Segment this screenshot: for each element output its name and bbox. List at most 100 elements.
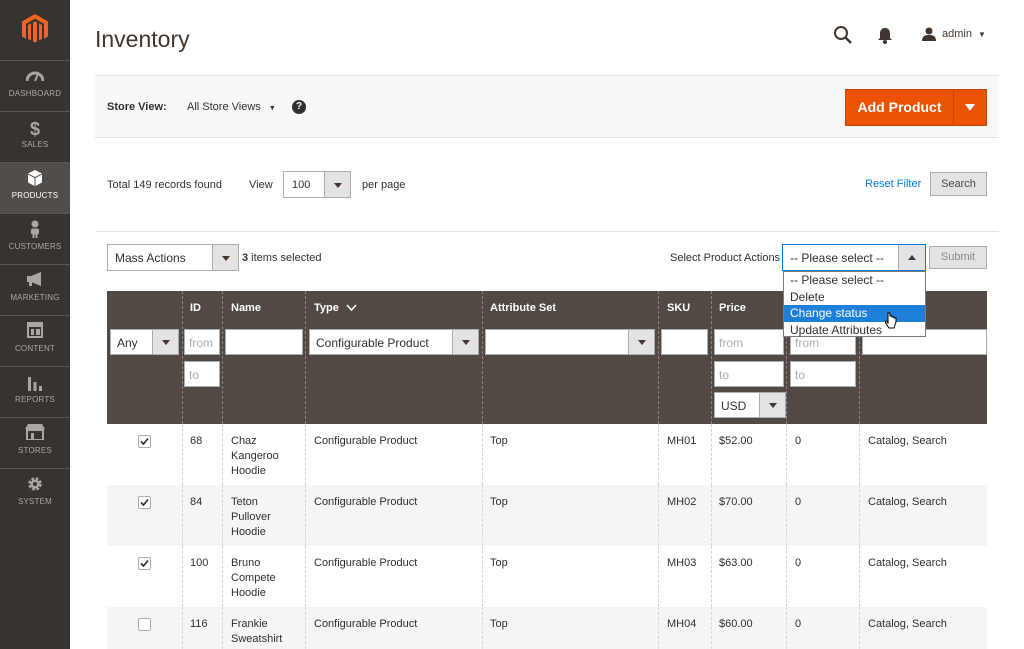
column-header-id[interactable]: ID	[190, 302, 201, 314]
per-page-select[interactable]: 100	[283, 171, 351, 198]
layout-icon	[0, 322, 70, 344]
row-separator	[482, 607, 483, 649]
sidebar-item-system[interactable]: SYSTEM	[0, 468, 70, 519]
column-separator	[222, 291, 223, 424]
caret-down-icon	[324, 172, 350, 197]
row-checkbox[interactable]	[138, 618, 151, 631]
row-separator	[711, 607, 712, 649]
filter-price-to[interactable]: to	[714, 361, 784, 387]
filter-sku-input[interactable]	[661, 329, 708, 355]
row-checkbox[interactable]	[138, 435, 151, 448]
person-icon	[0, 220, 70, 242]
store-view-label: Store View:	[107, 101, 167, 113]
caret-down-icon	[212, 245, 238, 270]
placeholder: from	[719, 336, 743, 350]
dashboard-icon	[0, 67, 70, 89]
column-header-type[interactable]: Type	[314, 302, 357, 314]
product-actions-select[interactable]: -- Please select --	[782, 244, 926, 271]
column-header-name[interactable]: Name	[231, 302, 261, 314]
select-product-actions-label: Select Product Actions	[670, 252, 781, 264]
table-row[interactable]: 116 Frankie Sweatshirt Configurable Prod…	[107, 607, 987, 649]
chevron-down-icon: ▼	[268, 105, 276, 112]
sort-chevron-icon	[346, 304, 357, 312]
filter-type-select[interactable]: Configurable Product	[309, 329, 479, 355]
search-icon[interactable]	[833, 25, 853, 45]
store-view-switcher[interactable]: All Store Views ▼	[187, 101, 276, 113]
filter-id-to[interactable]: to	[184, 361, 220, 387]
filter-price-from[interactable]: from	[714, 329, 784, 355]
filter-name-input[interactable]	[225, 329, 303, 355]
row-checkbox[interactable]	[138, 557, 151, 570]
table-row[interactable]: 68 Chaz Kangeroo Hoodie Configurable Pro…	[107, 424, 987, 485]
sidebar-item-products[interactable]: PRODUCTS	[0, 162, 70, 213]
magento-logo[interactable]	[0, 0, 70, 58]
sidebar-item-stores[interactable]: STORES	[0, 417, 70, 468]
sidebar-item-reports[interactable]: REPORTS	[0, 366, 70, 417]
cell-sku: MH03	[667, 557, 697, 569]
row-separator	[711, 424, 712, 485]
bell-icon[interactable]	[876, 25, 896, 45]
row-separator	[786, 607, 787, 649]
caret-up-icon	[898, 245, 925, 270]
placeholder: from	[795, 336, 819, 350]
dollar-icon: $	[29, 119, 40, 139]
cell-sku: MH02	[667, 496, 697, 508]
row-checkbox[interactable]	[138, 496, 151, 509]
mass-actions-select[interactable]: Mass Actions	[107, 244, 239, 271]
column-separator	[305, 291, 306, 424]
sidebar-item-sales[interactable]: $ SALES	[0, 111, 70, 162]
dropdown-option-update-attributes[interactable]: Update Attributes	[784, 322, 925, 339]
column-header-price[interactable]: Price	[719, 302, 746, 314]
row-separator	[222, 485, 223, 546]
sidebar-item-customers[interactable]: CUSTOMERS	[0, 213, 70, 264]
column-header-attribute-set[interactable]: Attribute Set	[490, 302, 556, 314]
filter-id-from[interactable]: from	[184, 329, 220, 355]
sidebar-item-marketing[interactable]: MARKETING	[0, 264, 70, 315]
user-icon	[922, 27, 936, 41]
megaphone-icon	[0, 271, 70, 293]
sidebar-item-dashboard[interactable]: DASHBOARD	[0, 60, 70, 111]
dropdown-option-delete[interactable]: Delete	[784, 289, 925, 306]
cell-id: 100	[190, 557, 209, 569]
bar-chart-icon	[0, 373, 70, 395]
row-separator	[305, 607, 306, 649]
dropdown-option[interactable]: -- Please select --	[784, 272, 925, 289]
table-row[interactable]: 100 Bruno Compete Hoodie Configurable Pr…	[107, 546, 987, 607]
reset-filter-link[interactable]: Reset Filter	[865, 178, 921, 190]
sidebar-item-label: PRODUCTS	[11, 191, 59, 200]
row-separator	[658, 607, 659, 649]
cell-visibility: Catalog, Search	[868, 618, 947, 630]
checkmark-icon	[140, 437, 149, 446]
row-separator	[182, 546, 183, 607]
placeholder: to	[189, 368, 200, 382]
filter-attribute-set-select[interactable]	[485, 329, 655, 355]
store-view-bar: Store View: All Store Views ▼ ? Add Prod…	[95, 75, 999, 138]
filter-any-select[interactable]: Any	[110, 329, 179, 355]
row-separator	[786, 546, 787, 607]
help-icon[interactable]: ?	[292, 100, 306, 114]
user-name: admin	[942, 28, 972, 40]
sidebar-item-content[interactable]: CONTENT	[0, 315, 70, 366]
sidebar-item-label: STORES	[18, 446, 52, 455]
filter-qty-to[interactable]: to	[790, 361, 856, 387]
user-menu[interactable]: admin ▼	[922, 27, 986, 41]
filter-currency-select[interactable]: USD	[714, 392, 786, 418]
cell-attribute-set: Top	[490, 496, 508, 508]
caret-down-icon	[152, 330, 178, 354]
mouse-cursor-icon	[885, 312, 897, 329]
dropdown-option-change-status[interactable]: Change status	[784, 305, 925, 322]
search-button[interactable]: Search	[930, 172, 987, 196]
add-product-button[interactable]: Add Product	[845, 89, 987, 126]
view-label: View	[249, 179, 273, 191]
cell-price: $63.00	[719, 557, 753, 569]
add-product-dropdown-toggle[interactable]	[954, 90, 986, 125]
column-header-sku[interactable]: SKU	[667, 302, 690, 314]
placeholder: from	[189, 336, 213, 350]
divider	[95, 231, 999, 232]
column-separator	[182, 291, 183, 424]
add-product-label[interactable]: Add Product	[846, 90, 954, 125]
table-row[interactable]: 84 Teton Pullover Hoodie Configurable Pr…	[107, 485, 987, 546]
submit-button[interactable]: Submit	[929, 246, 987, 269]
store-icon	[0, 424, 70, 446]
per-page-label: per page	[362, 179, 406, 191]
